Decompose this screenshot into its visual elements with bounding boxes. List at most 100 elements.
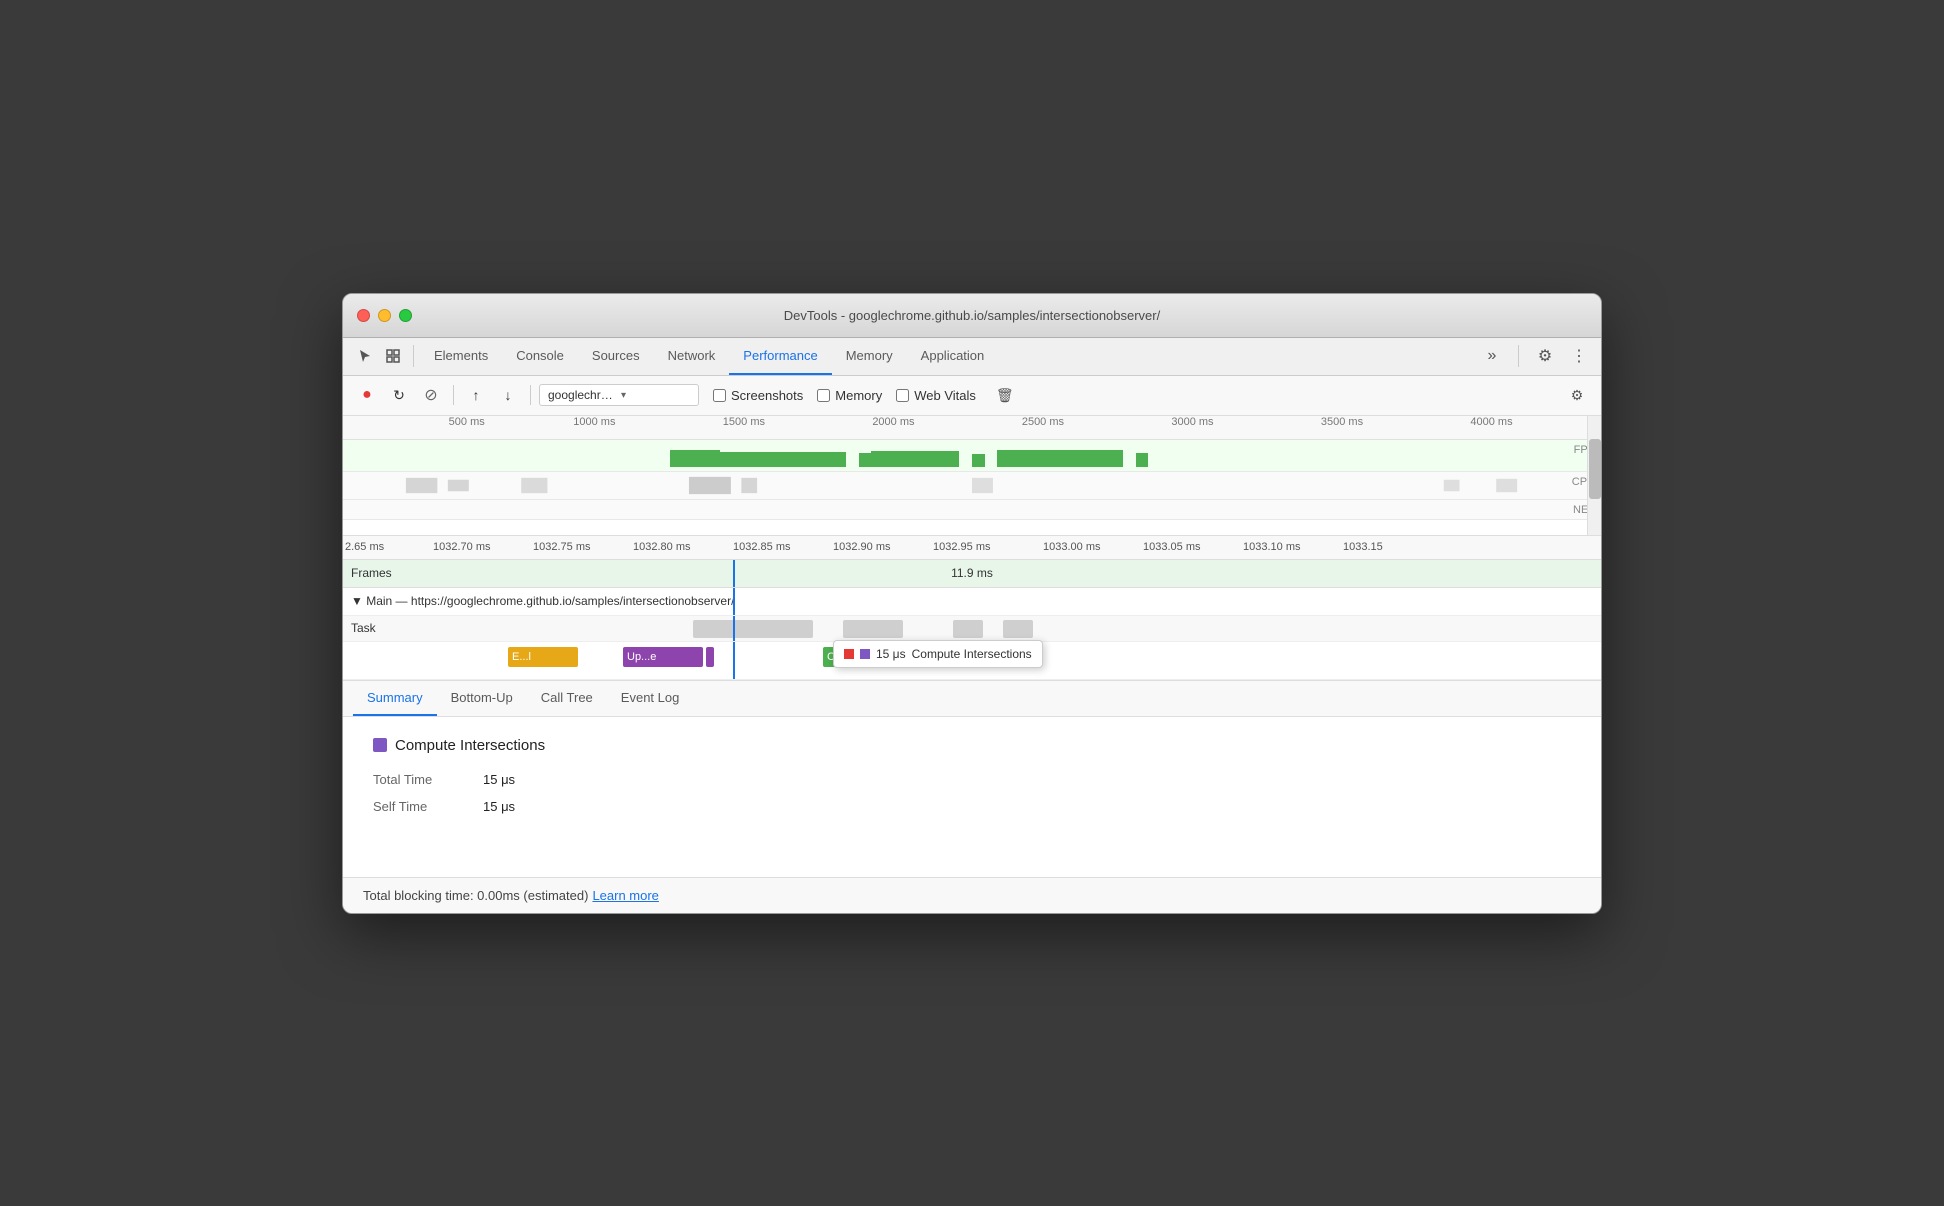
frames-row: Frames 11.9 ms	[343, 560, 1601, 588]
bottom-tabs-bar: Summary Bottom-Up Call Tree Event Log	[343, 681, 1601, 717]
event-el[interactable]: E...l	[508, 647, 578, 667]
tab-performance[interactable]: Performance	[729, 338, 831, 375]
memory-label: Memory	[835, 388, 882, 403]
ruler-mark-2500: 2500 ms	[1022, 416, 1064, 428]
summary-color-icon	[373, 738, 387, 752]
memory-checkbox[interactable]	[817, 389, 830, 402]
toolbar-sep-2	[530, 385, 531, 405]
tab-sources[interactable]: Sources	[578, 338, 654, 375]
event-el-label: E...l	[512, 651, 531, 663]
performance-toolbar: ● ↻ ⊘ ↑ ↓ googlechrome.github.i... ▾ Scr…	[343, 376, 1601, 416]
time-mark-10: 1033.15	[1343, 541, 1383, 553]
tab-memory[interactable]: Memory	[832, 338, 907, 375]
url-chevron-icon: ▾	[621, 390, 690, 401]
tab-event-log[interactable]: Event Log	[607, 681, 694, 716]
close-button[interactable]	[357, 309, 370, 322]
tab-bottom-up[interactable]: Bottom-Up	[437, 681, 527, 716]
url-text: googlechrome.github.i...	[548, 388, 617, 402]
toolbar-checkboxes: Screenshots Memory Web Vitals 🗑	[713, 387, 1014, 404]
cursor-line-main	[733, 588, 735, 615]
self-time-row: Self Time 15 μs	[373, 799, 1571, 814]
traffic-lights	[357, 309, 412, 322]
tab-elements[interactable]: Elements	[420, 338, 502, 375]
tab-call-tree-label: Call Tree	[541, 690, 593, 705]
fps-bar-5	[972, 454, 985, 467]
right-sep	[1518, 345, 1519, 367]
tab-network[interactable]: Network	[654, 338, 730, 375]
tooltip: 15 μs Compute Intersections	[833, 640, 1043, 668]
zoomed-timeline: 2.65 ms 1032.70 ms 1032.75 ms 1032.80 ms…	[343, 536, 1601, 681]
time-mark-5: 1032.90 ms	[833, 541, 890, 553]
fps-bars	[343, 444, 1601, 467]
fullscreen-button[interactable]	[399, 309, 412, 322]
minimize-button[interactable]	[378, 309, 391, 322]
ruler-mark-1500: 1500 ms	[723, 416, 765, 428]
web-vitals-checkbox-label[interactable]: Web Vitals	[896, 388, 976, 403]
task-bar-1	[693, 620, 813, 638]
tabs-right: » ⚙ ⋮	[1478, 342, 1593, 370]
upload-button[interactable]: ↑	[462, 381, 490, 409]
layers-icon[interactable]	[379, 342, 407, 370]
footer-bar: Total blocking time: 0.00ms (estimated) …	[343, 877, 1601, 913]
ruler-mark-3500: 3500 ms	[1321, 416, 1363, 428]
cpu-area	[343, 474, 1601, 497]
event-upe[interactable]: Up...e	[623, 647, 703, 667]
memory-checkbox-label[interactable]: Memory	[817, 388, 882, 403]
fps-bar-2	[720, 452, 846, 467]
tab-summary[interactable]: Summary	[353, 681, 437, 716]
event-small-purple[interactable]	[706, 647, 714, 667]
kebab-menu-icon[interactable]: ⋮	[1565, 342, 1593, 370]
settings-icon[interactable]: ⚙	[1531, 342, 1559, 370]
delete-icon[interactable]: 🗑	[996, 387, 1014, 404]
time-mark-2: 1032.75 ms	[533, 541, 590, 553]
record-button[interactable]: ●	[353, 381, 381, 409]
task-bar-2	[843, 620, 903, 638]
tooltip-color-purple	[860, 649, 870, 659]
cpu-row: CPU	[343, 472, 1601, 500]
cursor-icon[interactable]	[351, 342, 379, 370]
perf-settings-icon[interactable]: ⚙	[1563, 381, 1591, 409]
tab-application[interactable]: Application	[907, 338, 999, 375]
task-bar-3	[953, 620, 983, 638]
tab-console[interactable]: Console	[502, 338, 578, 375]
tab-event-log-label: Event Log	[621, 690, 680, 705]
ruler-marks-container: 500 ms 1000 ms 1500 ms 2000 ms 2500 ms 3…	[349, 416, 1595, 439]
ruler-mark-1000: 1000 ms	[573, 416, 615, 428]
ruler-mark-3000: 3000 ms	[1171, 416, 1213, 428]
tooltip-time: 15 μs	[876, 647, 906, 661]
timeline-scrollbar[interactable]	[1587, 416, 1601, 535]
fps-bar-1	[670, 450, 720, 466]
events-row[interactable]: E...l Up...e Co...rs 15 μs Compute Inter…	[343, 642, 1601, 680]
footer-text: Total blocking time: 0.00ms (estimated)	[363, 888, 588, 903]
tooltip-color-box	[844, 649, 854, 659]
time-mark-8: 1033.05 ms	[1143, 541, 1200, 553]
fps-bar-4	[871, 451, 959, 467]
time-mark-9: 1033.10 ms	[1243, 541, 1300, 553]
download-button[interactable]: ↓	[494, 381, 522, 409]
url-selector[interactable]: googlechrome.github.i... ▾	[539, 384, 699, 406]
tab-call-tree[interactable]: Call Tree	[527, 681, 607, 716]
task-label: Task	[351, 621, 376, 635]
learn-more-link[interactable]: Learn more	[592, 888, 658, 903]
cursor-line-events	[733, 642, 735, 679]
summary-title-text: Compute Intersections	[395, 737, 545, 754]
screenshots-checkbox-label[interactable]: Screenshots	[713, 388, 803, 403]
clear-button[interactable]: ⊘	[417, 381, 445, 409]
summary-panel: Compute Intersections Total Time 15 μs S…	[343, 717, 1601, 877]
task-bar-4	[1003, 620, 1033, 638]
cursor-line	[733, 560, 735, 587]
screenshots-checkbox[interactable]	[713, 389, 726, 402]
fps-bar-3	[859, 453, 872, 467]
more-tabs-icon[interactable]: »	[1478, 342, 1506, 370]
self-time-label: Self Time	[373, 799, 463, 814]
time-mark-0: 2.65 ms	[345, 541, 384, 553]
scrollbar-thumb[interactable]	[1589, 439, 1601, 499]
cpu-svg	[343, 474, 1601, 497]
fps-bar-7	[1136, 453, 1149, 466]
total-time-row: Total Time 15 μs	[373, 772, 1571, 787]
net-row: NET	[343, 500, 1601, 520]
titlebar: DevTools - googlechrome.github.io/sample…	[343, 294, 1601, 338]
reload-button[interactable]: ↻	[385, 381, 413, 409]
tabs-list: Elements Console Sources Network Perform…	[420, 338, 998, 375]
web-vitals-checkbox[interactable]	[896, 389, 909, 402]
